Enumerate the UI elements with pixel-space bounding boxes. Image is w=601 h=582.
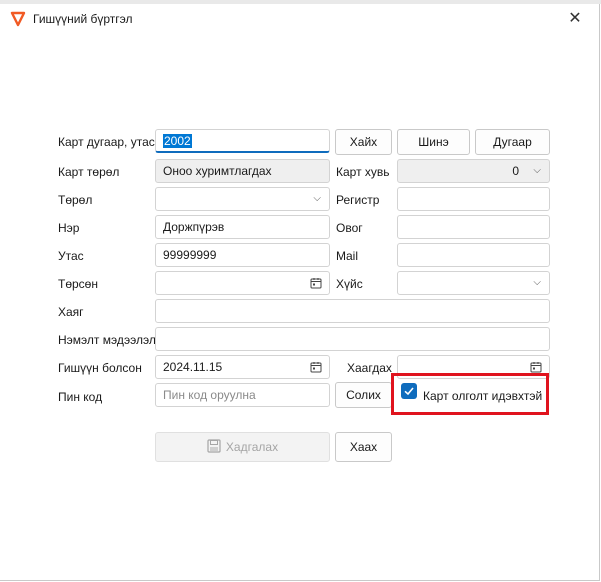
card-type-field: Оноо хуримтлагдах [155, 159, 330, 183]
mail-label: Mail [336, 249, 359, 263]
register-label: Регистр [336, 193, 380, 207]
save-button: Хадгалах [155, 432, 330, 462]
closing-label: Хаагдах [347, 361, 392, 375]
birth-date-picker[interactable] [155, 271, 330, 295]
chevron-down-icon: ⌵ [533, 165, 541, 176]
type-label: Төрөл [58, 193, 93, 207]
card-number-input[interactable]: 2002 [155, 129, 330, 153]
chevron-down-icon: ⌵ [533, 277, 541, 288]
number-button[interactable]: Дугаар [475, 129, 550, 155]
extra-info-input[interactable] [155, 327, 550, 351]
gender-label: Хүйс [336, 277, 363, 291]
card-number-label: Карт дугаар, утас [58, 135, 155, 149]
card-share-value: 0 [512, 164, 519, 178]
calendar-icon[interactable] [530, 361, 542, 373]
pin-code-input[interactable]: Пин код оруулна [155, 383, 330, 407]
close-button[interactable]: Хаах [335, 432, 392, 462]
mail-input[interactable] [397, 243, 550, 267]
title-bar: Гишүүний бүртгэл ✕ [0, 4, 599, 34]
address-label: Хаяг [58, 305, 84, 319]
phone-label: Утас [58, 249, 84, 263]
phone-value: 99999999 [163, 248, 217, 262]
calendar-icon[interactable] [310, 361, 322, 373]
checkmark-icon [404, 387, 414, 396]
search-button[interactable]: Хайх [335, 129, 392, 155]
card-share-select[interactable]: 0 ⌵ [397, 159, 550, 183]
surname-input[interactable] [397, 215, 550, 239]
card-type-label: Карт төрөл [58, 165, 120, 179]
surname-label: Овог [336, 221, 363, 235]
member-since-value: 2024.11.15 [163, 360, 223, 374]
type-select[interactable]: ⌵ [155, 187, 330, 211]
name-input[interactable]: Доржпүрэв [155, 215, 330, 239]
close-icon[interactable]: ✕ [560, 8, 590, 30]
app-logo-icon [10, 11, 26, 27]
card-number-value: 2002 [163, 134, 192, 148]
card-issue-active-checkbox[interactable] [401, 383, 417, 399]
birth-label: Төрсөн [58, 277, 98, 291]
phone-input[interactable]: 99999999 [155, 243, 330, 267]
address-input[interactable] [155, 299, 550, 323]
change-pin-button[interactable]: Солих [335, 382, 392, 408]
pin-code-placeholder: Пин код оруулна [163, 388, 256, 402]
name-value: Доржпүрэв [163, 220, 225, 234]
name-label: Нэр [58, 221, 80, 235]
chevron-down-icon: ⌵ [313, 193, 321, 204]
card-issue-active-label[interactable]: Карт олголт идэвхтэй [423, 389, 542, 403]
pin-code-label: Пин код [58, 390, 103, 404]
member-since-label: Гишүүн болсон [58, 361, 142, 375]
window-title: Гишүүний бүртгэл [33, 12, 133, 26]
register-input[interactable] [397, 187, 550, 211]
member-since-date-picker[interactable]: 2024.11.15 [155, 355, 330, 379]
gender-select[interactable]: ⌵ [397, 271, 550, 295]
card-share-label: Карт хувь [336, 165, 390, 179]
card-type-value: Оноо хуримтлагдах [163, 164, 272, 178]
new-button[interactable]: Шинэ [397, 129, 470, 155]
calendar-icon[interactable] [310, 277, 322, 289]
save-button-label: Хадгалах [225, 440, 279, 454]
save-icon [207, 439, 221, 453]
extra-info-label: Нэмэлт мэдээлэл [58, 333, 156, 347]
